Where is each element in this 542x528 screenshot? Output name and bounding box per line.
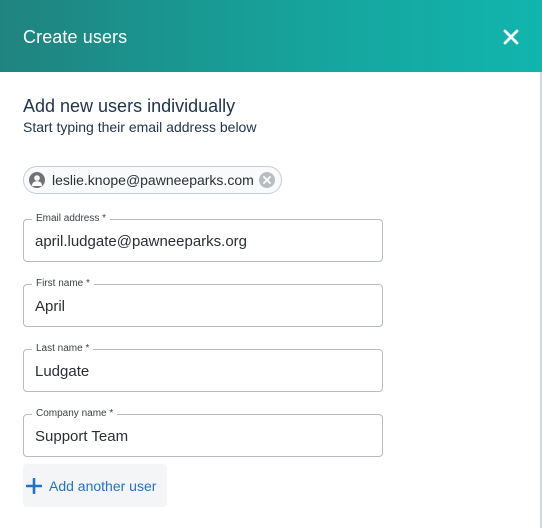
remove-circle-icon xyxy=(263,176,271,184)
email-field-label: Email address * xyxy=(32,212,111,225)
last-name-input[interactable] xyxy=(35,361,370,381)
section-title: Add new users individually xyxy=(23,96,236,116)
company-name-field-label: Company name * xyxy=(32,407,118,420)
close-button[interactable] xyxy=(498,24,524,50)
company-name-input[interactable] xyxy=(35,426,370,446)
last-name-field-label: Last name * xyxy=(32,342,94,355)
add-another-user-label: Add another user xyxy=(49,477,157,494)
section-subtitle: Start typing their email address below xyxy=(23,119,257,135)
selected-user-chip[interactable]: leslie.knope@pawneeparks.com xyxy=(23,166,282,194)
user-avatar-icon xyxy=(29,172,45,188)
dialog-header: Create users xyxy=(0,0,542,72)
email-input[interactable] xyxy=(35,231,370,251)
first-name-input[interactable] xyxy=(35,296,370,316)
email-field[interactable]: Email address * xyxy=(23,212,383,262)
last-name-field[interactable]: Last name * xyxy=(23,342,383,392)
remove-chip-button[interactable] xyxy=(259,172,275,188)
close-icon xyxy=(503,29,519,45)
dialog-title: Create users xyxy=(23,27,128,47)
company-name-field[interactable]: Company name * xyxy=(23,407,383,457)
chip-email: leslie.knope@pawneeparks.com xyxy=(52,172,254,188)
first-name-field-label: First name * xyxy=(32,277,94,290)
first-name-field[interactable]: First name * xyxy=(23,277,383,327)
add-another-user-button[interactable]: Add another user xyxy=(23,464,167,507)
plus-icon xyxy=(26,477,42,494)
